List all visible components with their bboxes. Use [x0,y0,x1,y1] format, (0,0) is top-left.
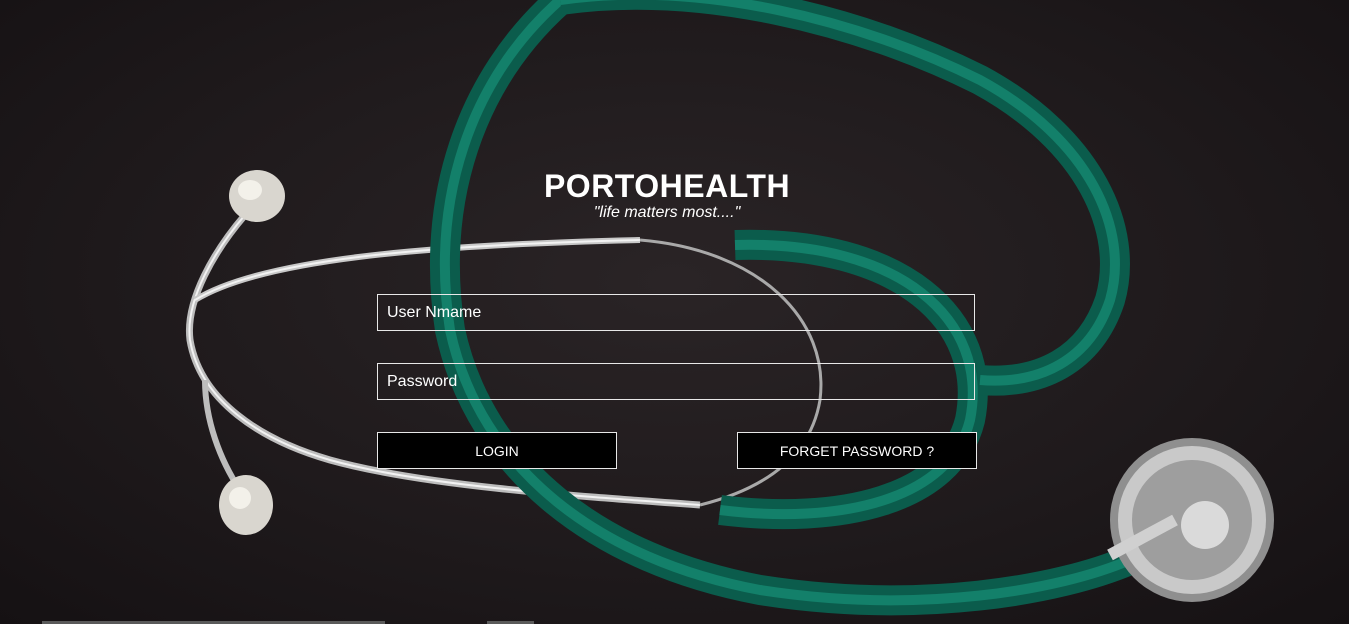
app-title: PORTOHEALTH [543,168,791,204]
brand-header: PORTOHEALTH "life matters most...." [0,168,1334,222]
forget-password-button[interactable]: FORGET PASSWORD ? [737,432,977,469]
login-page: PORTOHEALTH "life matters most...." LOGI… [0,0,1349,624]
password-input[interactable] [377,363,975,400]
login-button[interactable]: LOGIN [377,432,617,469]
app-tagline: "life matters most...." [593,204,741,221]
username-input[interactable] [377,294,975,331]
